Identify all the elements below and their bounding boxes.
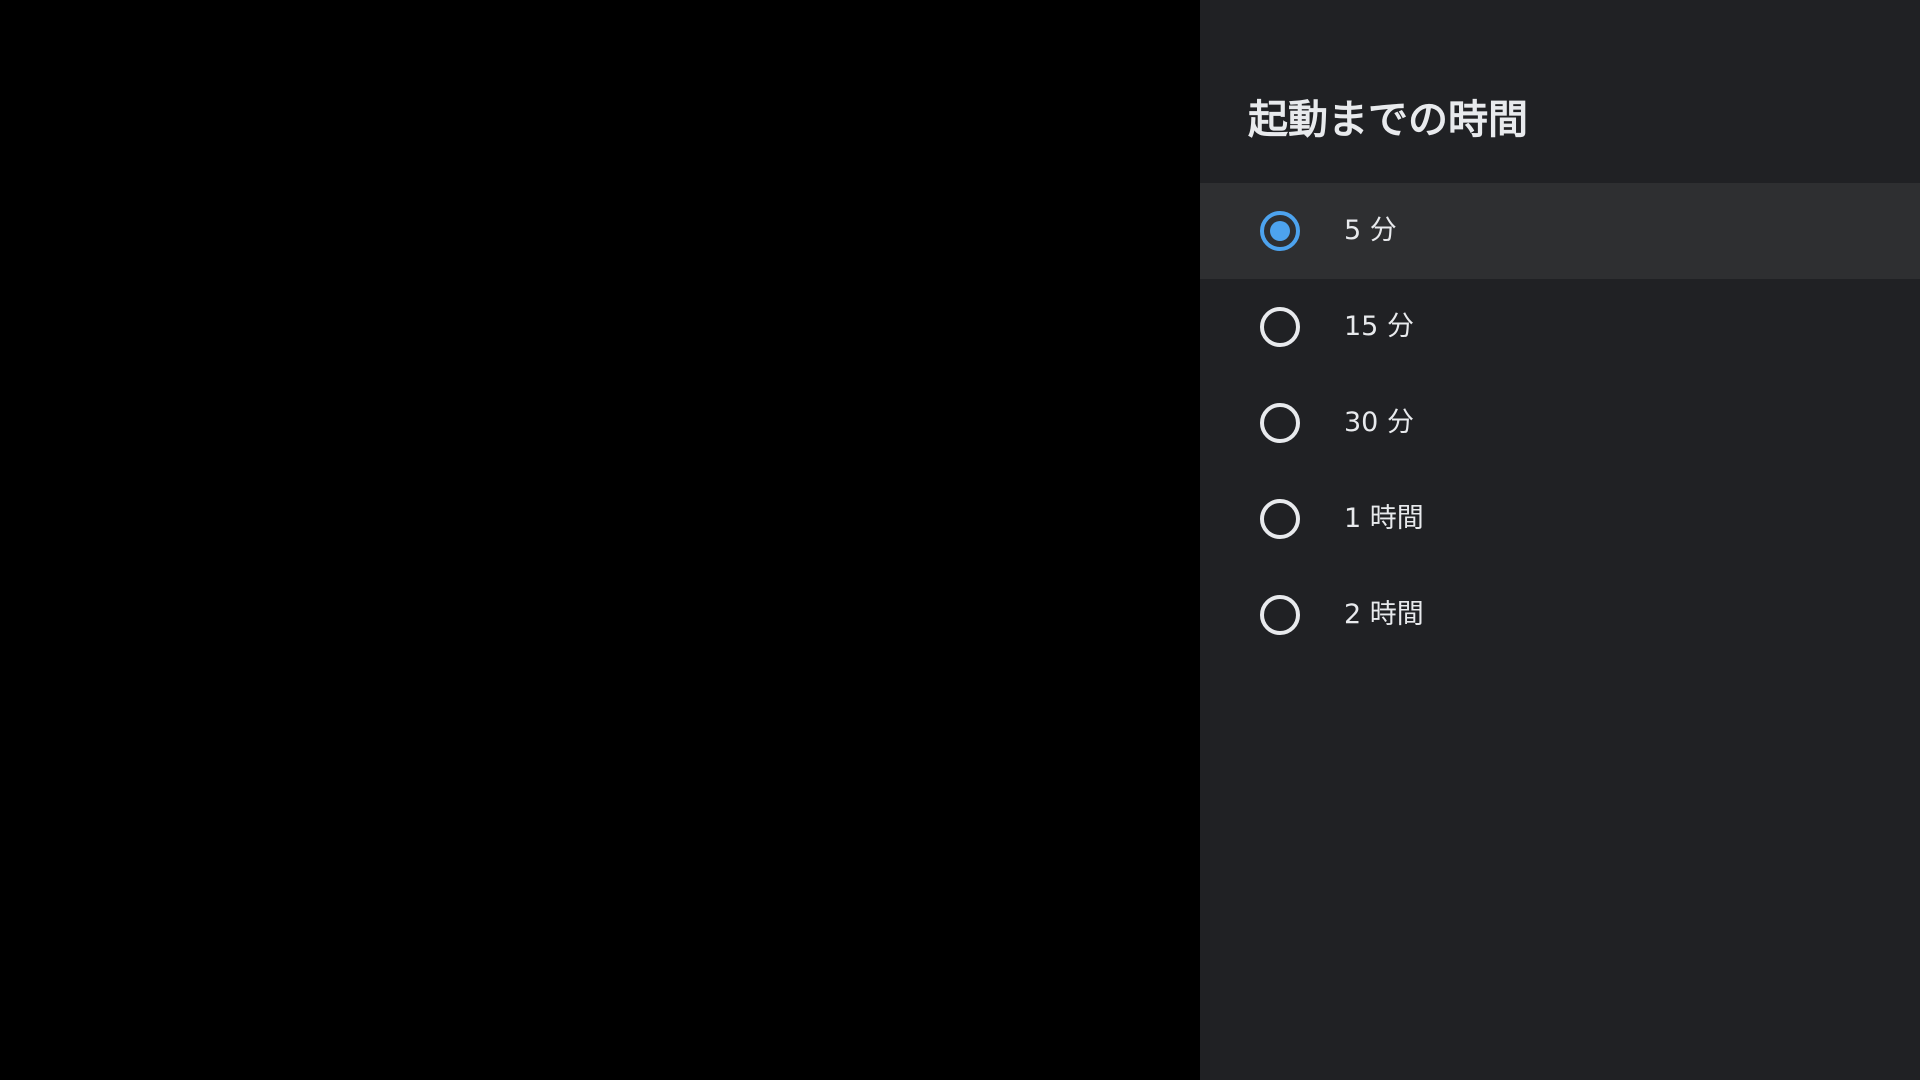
- radio-unchecked-icon: [1260, 307, 1300, 347]
- radio-unchecked-icon: [1260, 595, 1300, 635]
- option-1-hour[interactable]: 1 時間: [1200, 471, 1920, 567]
- radio-dot: [1270, 221, 1290, 241]
- panel-title: 起動までの時間: [1248, 97, 1528, 143]
- option-label: 1 時間: [1344, 503, 1424, 534]
- settings-side-panel: 起動までの時間 5 分 15 分 30 分 1 時間 2 時間: [1200, 0, 1920, 1080]
- option-label: 15 分: [1344, 311, 1414, 342]
- background-area: [0, 0, 1200, 1080]
- option-5-minutes[interactable]: 5 分: [1200, 183, 1920, 279]
- radio-unchecked-icon: [1260, 403, 1300, 443]
- tv-screen: 起動までの時間 5 分 15 分 30 分 1 時間 2 時間: [0, 0, 1920, 1080]
- option-30-minutes[interactable]: 30 分: [1200, 375, 1920, 471]
- option-label: 30 分: [1344, 407, 1414, 438]
- option-label: 5 分: [1344, 215, 1397, 246]
- radio-unchecked-icon: [1260, 499, 1300, 539]
- radio-checked-icon: [1260, 211, 1300, 251]
- option-label: 2 時間: [1344, 599, 1424, 630]
- options-list: 5 分 15 分 30 分 1 時間 2 時間: [1200, 183, 1920, 663]
- option-2-hours[interactable]: 2 時間: [1200, 567, 1920, 663]
- option-15-minutes[interactable]: 15 分: [1200, 279, 1920, 375]
